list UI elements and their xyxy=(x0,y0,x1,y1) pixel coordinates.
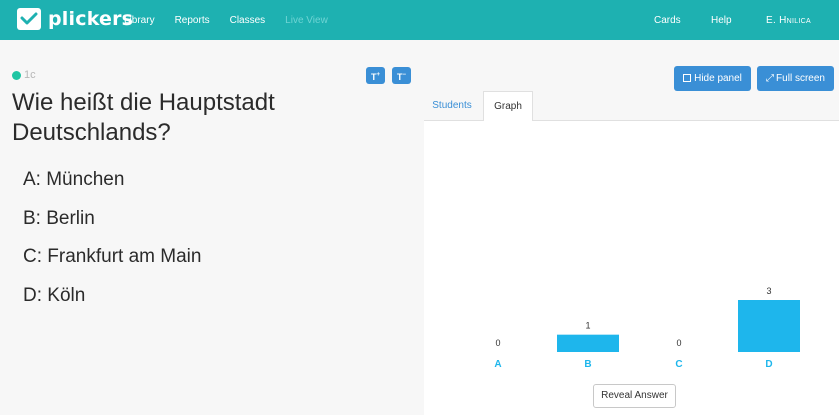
category-label-d: D xyxy=(765,359,772,370)
hide-panel-icon xyxy=(683,74,692,82)
plickers-logo[interactable]: plickers xyxy=(17,8,133,30)
category-label-b: B xyxy=(584,359,591,370)
hide-panel-label: Hide panel xyxy=(694,73,742,84)
nav-cards[interactable]: Cards xyxy=(654,15,681,26)
tab-students[interactable]: Students xyxy=(424,91,480,121)
value-label-c: 0 xyxy=(676,338,681,348)
main-nav: Library Reports Classes Live View xyxy=(124,0,348,40)
choice-c: C: Frankfurt am Main xyxy=(23,246,202,267)
question-text: Wie heißt die Hauptstadt Deutschlands? xyxy=(12,89,275,146)
category-label-c: C xyxy=(675,359,682,370)
bar-d xyxy=(738,300,800,352)
decrease-font-button[interactable]: T− xyxy=(392,67,411,84)
value-label-a: 0 xyxy=(495,338,500,348)
hide-panel-button[interactable]: Hide panel xyxy=(674,66,751,91)
plickers-logo-icon xyxy=(17,8,41,30)
answer-choices: A: München B: Berlin C: Frankfurt am Mai… xyxy=(23,168,201,322)
category-label-a: A xyxy=(494,359,501,370)
full-screen-label: Full screen xyxy=(776,73,825,84)
choice-d: D: Köln xyxy=(23,284,86,306)
app-name: plickers xyxy=(48,8,134,30)
nav-help[interactable]: Help xyxy=(711,15,732,26)
panel-tabs: Students Graph xyxy=(424,91,839,122)
nav-reports[interactable]: Reports xyxy=(175,15,210,26)
response-bar-chart: 0 A 1 B 0 C 3 D xyxy=(494,286,800,370)
question-pane: 1c T+ T− Wie heißt die Hauptstadt Deutsc… xyxy=(0,40,424,415)
reveal-answer-button[interactable]: Reveal Answer xyxy=(593,384,676,408)
choice-a: A: München xyxy=(23,169,125,190)
graph-panel: 0 A 1 B 0 C 3 D xyxy=(424,121,839,415)
value-label-b: 1 xyxy=(585,321,590,331)
status-dot xyxy=(12,71,21,80)
nav-live-view[interactable]: Live View xyxy=(285,15,328,26)
nav-classes[interactable]: Classes xyxy=(230,15,266,26)
bar-b xyxy=(557,334,619,352)
nav-library[interactable]: Library xyxy=(124,15,155,26)
choice-b: B: Berlin xyxy=(23,207,95,229)
question-code: 1c xyxy=(24,69,36,81)
expand-icon: ⤢ xyxy=(766,73,775,84)
top-nav-bar: plickers Library Reports Classes Live Vi… xyxy=(0,0,839,40)
user-menu[interactable]: E. Hnilica xyxy=(766,15,811,26)
increase-font-button[interactable]: T+ xyxy=(366,67,385,84)
full-screen-button[interactable]: ⤢ Full screen xyxy=(757,66,834,91)
tab-graph[interactable]: Graph xyxy=(483,91,533,122)
value-label-d: 3 xyxy=(766,286,771,296)
